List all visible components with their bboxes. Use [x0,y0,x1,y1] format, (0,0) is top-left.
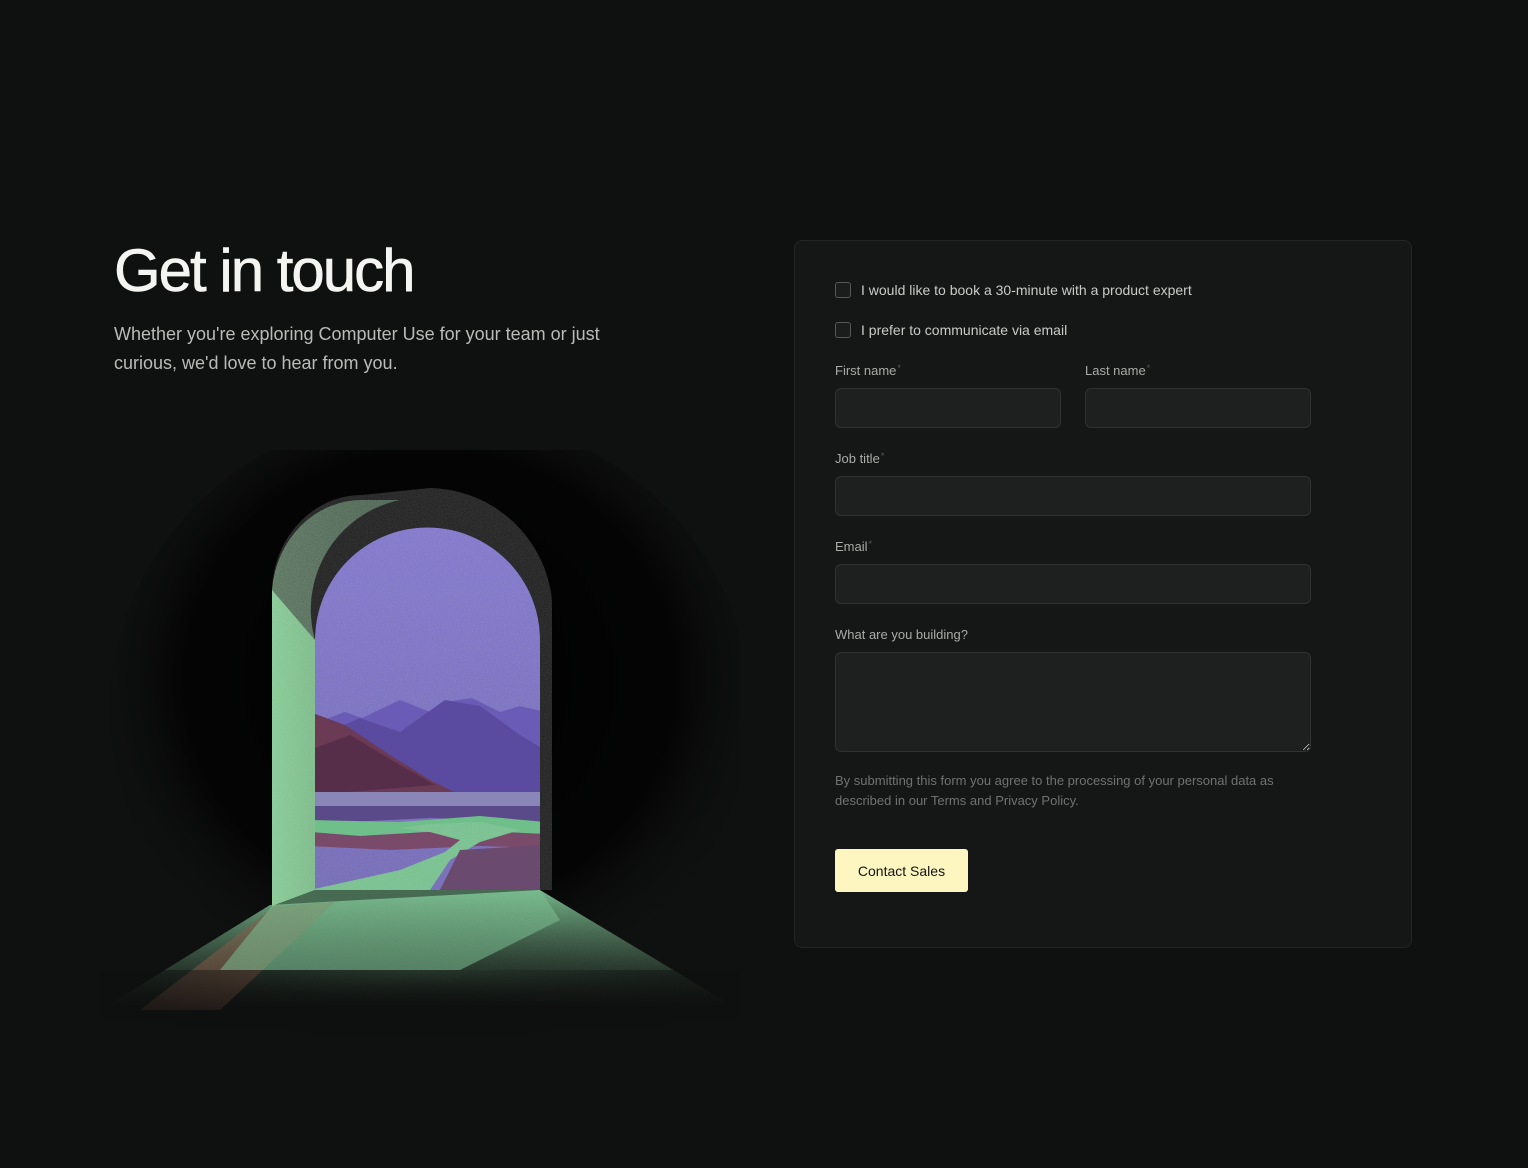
first-name-label-text: First name [835,363,897,378]
first-name-input[interactable] [835,388,1061,428]
terms-link[interactable]: Terms [931,793,966,808]
email-label-text: Email [835,539,868,554]
required-mark: * [868,539,873,549]
email-preference-checkbox[interactable] [835,322,851,338]
privacy-notice-end: . [1075,793,1079,808]
book-expert-label: I would like to book a 30-minute with a … [861,282,1192,298]
arched-doorway-landscape-illustration [100,450,740,1060]
required-mark: * [897,363,901,373]
building-label: What are you building? [835,627,968,642]
email-input[interactable] [835,564,1311,604]
last-name-input[interactable] [1085,388,1311,428]
book-expert-option[interactable]: I would like to book a 30-minute with a … [835,282,1192,298]
page-subtitle: Whether you're exploring Computer Use fo… [114,324,600,373]
privacy-notice-and: and [966,793,996,808]
privacy-policy-link[interactable]: Privacy Policy [995,793,1075,808]
job-title-label: Job title* [835,451,884,466]
privacy-notice: By submitting this form you agree to the… [835,771,1315,811]
first-name-label: First name* [835,363,901,378]
email-label: Email* [835,539,872,554]
email-preference-label: I prefer to communicate via email [861,322,1068,338]
required-mark: * [880,451,885,461]
job-title-input[interactable] [835,476,1311,516]
book-expert-checkbox[interactable] [835,282,851,298]
last-name-label-text: Last name [1085,363,1146,378]
building-textarea[interactable] [835,652,1311,752]
contact-sales-button[interactable]: Contact Sales [835,849,968,892]
email-preference-option[interactable]: I prefer to communicate via email [835,322,1067,338]
contact-form-card: I would like to book a 30-minute with a … [794,240,1412,948]
last-name-label: Last name* [1085,363,1150,378]
job-title-label-text: Job title [835,451,880,466]
page-title: Get in touch [114,237,416,305]
required-mark: * [1146,363,1151,373]
